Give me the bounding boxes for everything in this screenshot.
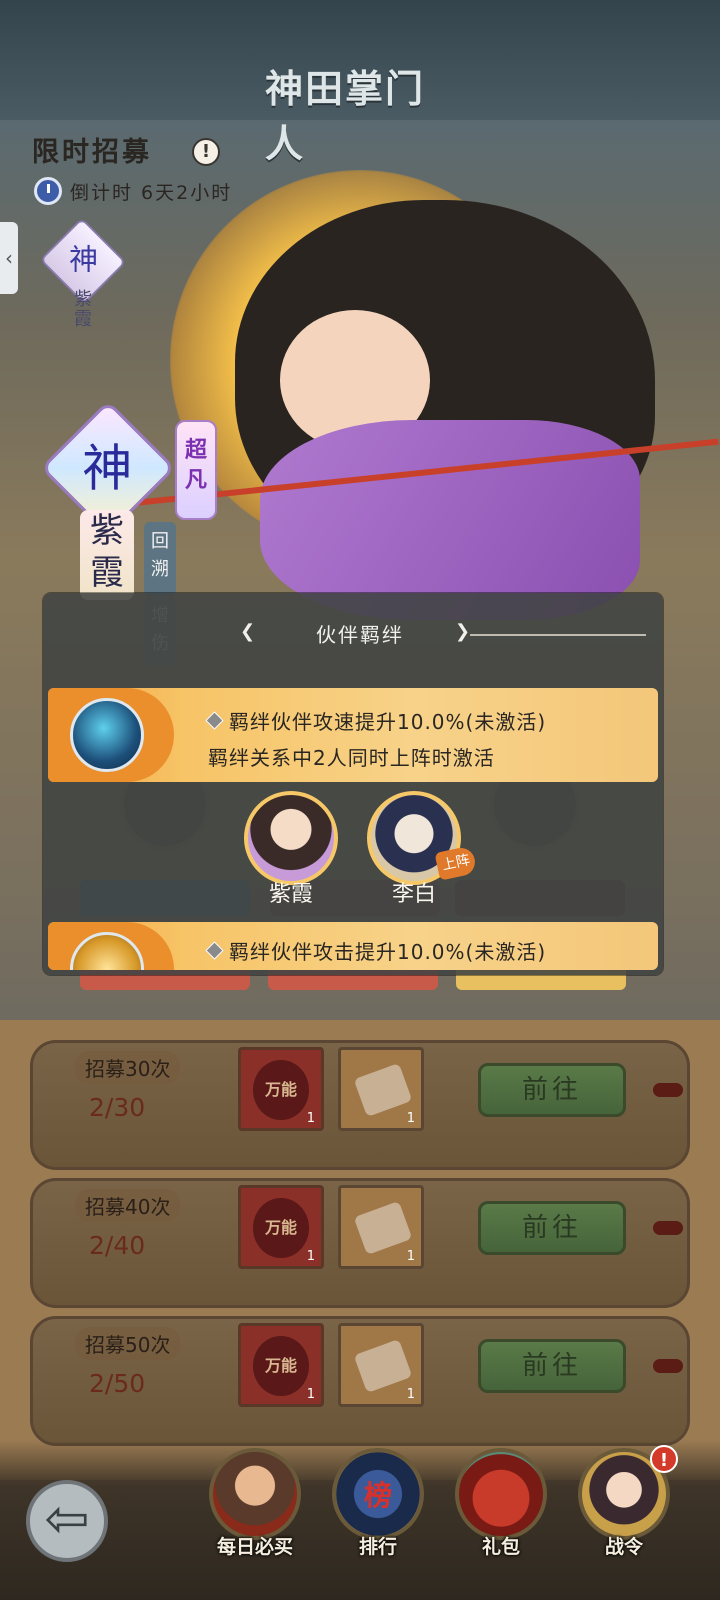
diamond-bullet-icon	[205, 941, 224, 960]
hook-decoration	[653, 1221, 683, 1235]
chevron-left-icon[interactable]: ‹	[0, 222, 18, 294]
bond-effect: 羁绊伙伴攻击提升10.0%(未激活)	[205, 936, 547, 965]
ticket-shape	[353, 1200, 413, 1256]
reward-row-title: 招募40次	[75, 1189, 181, 1222]
partner-avatar-zixia[interactable]	[244, 791, 338, 885]
item-count: 1	[306, 1111, 315, 1126]
reward-row-progress: 2/40	[89, 1231, 146, 1260]
notification-badge: !	[650, 1445, 678, 1473]
gift-bag-icon	[455, 1448, 547, 1540]
item-label: 万能	[253, 1336, 309, 1396]
daily-deal-icon	[209, 1448, 301, 1540]
recruit-ticket-icon[interactable]: 1	[338, 1185, 424, 1269]
universal-shard-icon[interactable]: 万能 1	[238, 1323, 324, 1407]
rarity-badge: 超凡	[175, 420, 217, 520]
bond-effect-text: 羁绊伙伴攻速提升10.0%(未激活)	[229, 710, 547, 734]
countdown: 倒计时 6天2小时	[34, 176, 232, 206]
back-arrow-icon[interactable]: ⇦	[26, 1480, 108, 1562]
info-icon[interactable]: !	[192, 138, 220, 166]
nav-daily-purchase[interactable]: 每日必买	[205, 1448, 305, 1588]
go-button[interactable]: 前往	[478, 1339, 626, 1393]
recruit-ticket-icon[interactable]: 1	[338, 1323, 424, 1407]
grade-text: 神	[82, 439, 133, 498]
nav-label: 礼包	[481, 1536, 520, 1558]
recruit-ticket-icon[interactable]: 1	[338, 1047, 424, 1131]
bond-icon-backdrop	[48, 688, 174, 782]
ticket-shape	[353, 1062, 413, 1118]
partner-name: 紫霞	[268, 882, 313, 907]
countdown-value: 6天2小时	[141, 181, 233, 204]
item-count: 1	[406, 1387, 415, 1402]
reward-row: 招募40次 2/40 万能 1 1 前往	[30, 1178, 690, 1308]
dialog-title: 伙伴羁绊	[316, 623, 404, 647]
universal-shard-icon[interactable]: 万能 1	[238, 1047, 324, 1131]
bond-effect: 羁绊伙伴攻速提升10.0%(未激活)	[205, 706, 547, 735]
universal-shard-icon[interactable]: 万能 1	[238, 1185, 324, 1269]
reward-row: 招募50次 2/50 万能 1 1 前往	[30, 1316, 690, 1446]
hero-name-small: 紫霞	[74, 289, 92, 330]
item-count: 1	[306, 1387, 315, 1402]
recruit-rewards-list: 招募30次 2/30 万能 1 1 前往 招募40次 2/40 万能 1 1 前往 …	[0, 1020, 720, 1480]
item-label: 万能	[253, 1060, 309, 1120]
reward-row-title: 招募30次	[75, 1051, 181, 1084]
nav-label: 战令	[604, 1536, 643, 1558]
ranking-board-icon: 榜	[332, 1448, 424, 1540]
grade-small-text: 神	[69, 243, 99, 278]
bond-card: 羁绊伙伴攻速提升10.0%(未激活) 羁绊关系中2人同时上阵时激活	[48, 688, 658, 782]
bond-effect-text: 羁绊伙伴攻击提升10.0%(未激活)	[229, 940, 547, 964]
diamond-bullet-icon	[205, 711, 224, 730]
countdown-label: 倒计时	[70, 181, 134, 204]
bond-card: 羁绊伙伴攻击提升10.0%(未激活)	[48, 922, 658, 970]
item-count: 1	[406, 1249, 415, 1264]
go-button[interactable]: 前往	[478, 1201, 626, 1255]
limited-recruit-title: 限时招募	[32, 137, 152, 168]
ticket-shape	[353, 1338, 413, 1394]
item-count: 1	[406, 1111, 415, 1126]
hook-decoration	[653, 1083, 683, 1097]
item-count: 1	[306, 1249, 315, 1264]
nav-gift-pack[interactable]: 礼包	[451, 1448, 551, 1588]
nav-ranking[interactable]: 榜 排行	[328, 1448, 428, 1588]
partner-name: 李白	[391, 882, 436, 907]
nav-label: 排行	[358, 1536, 397, 1558]
item-label: 万能	[253, 1198, 309, 1258]
reward-row-progress: 2/50	[89, 1369, 146, 1398]
nav-label: 每日必买	[216, 1536, 293, 1558]
clock-icon	[34, 177, 62, 205]
reward-row: 招募30次 2/30 万能 1 1 前往	[30, 1040, 690, 1170]
reward-row-title: 招募50次	[75, 1327, 181, 1360]
bond-icon-backdrop	[48, 922, 174, 970]
go-button[interactable]: 前往	[478, 1063, 626, 1117]
game-logo: 神田掌门人	[265, 66, 426, 166]
skill-tag-huisu: 回溯	[144, 522, 176, 596]
attack-buff-icon	[70, 932, 144, 970]
boot-speed-icon	[70, 698, 144, 772]
hero-illustration-robe	[260, 420, 640, 620]
reward-row-progress: 2/30	[89, 1093, 146, 1122]
hook-decoration	[653, 1359, 683, 1373]
bond-condition: 羁绊关系中2人同时上阵时激活	[208, 746, 495, 770]
hero-name: 紫霞	[80, 510, 134, 600]
